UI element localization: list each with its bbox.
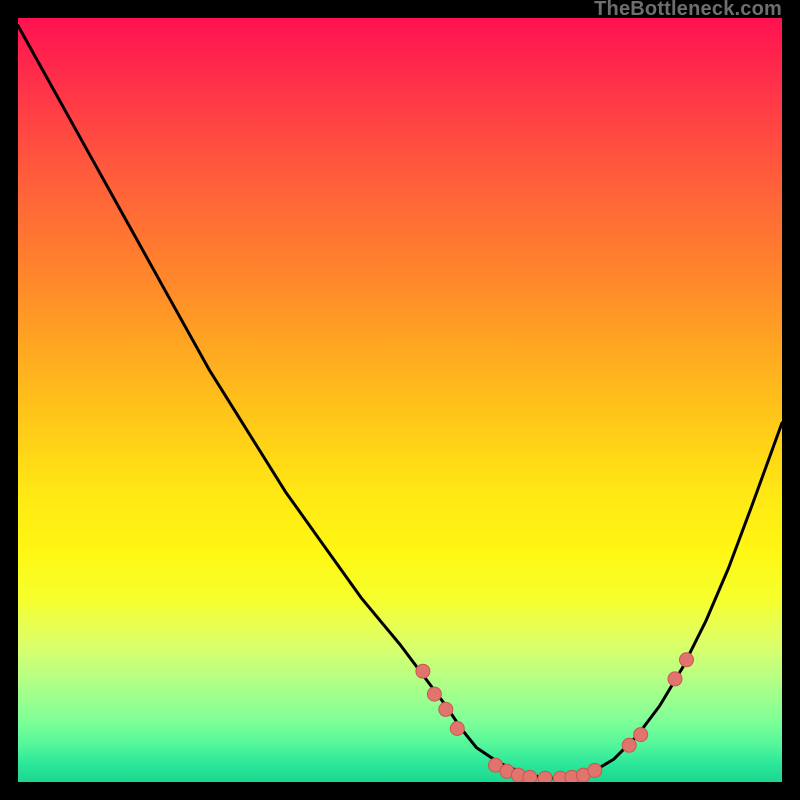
data-point — [680, 653, 694, 667]
bottleneck-chart — [18, 18, 782, 782]
data-point — [439, 702, 453, 716]
data-point — [450, 722, 464, 736]
data-point — [588, 764, 602, 778]
heatmap-background — [18, 18, 782, 782]
data-point — [427, 687, 441, 701]
data-point — [668, 672, 682, 686]
data-point — [622, 738, 636, 752]
data-point — [416, 664, 430, 678]
outer-frame: TheBottleneck.com — [0, 0, 800, 800]
data-point — [538, 771, 552, 782]
data-point — [634, 728, 648, 742]
data-point — [523, 770, 537, 782]
